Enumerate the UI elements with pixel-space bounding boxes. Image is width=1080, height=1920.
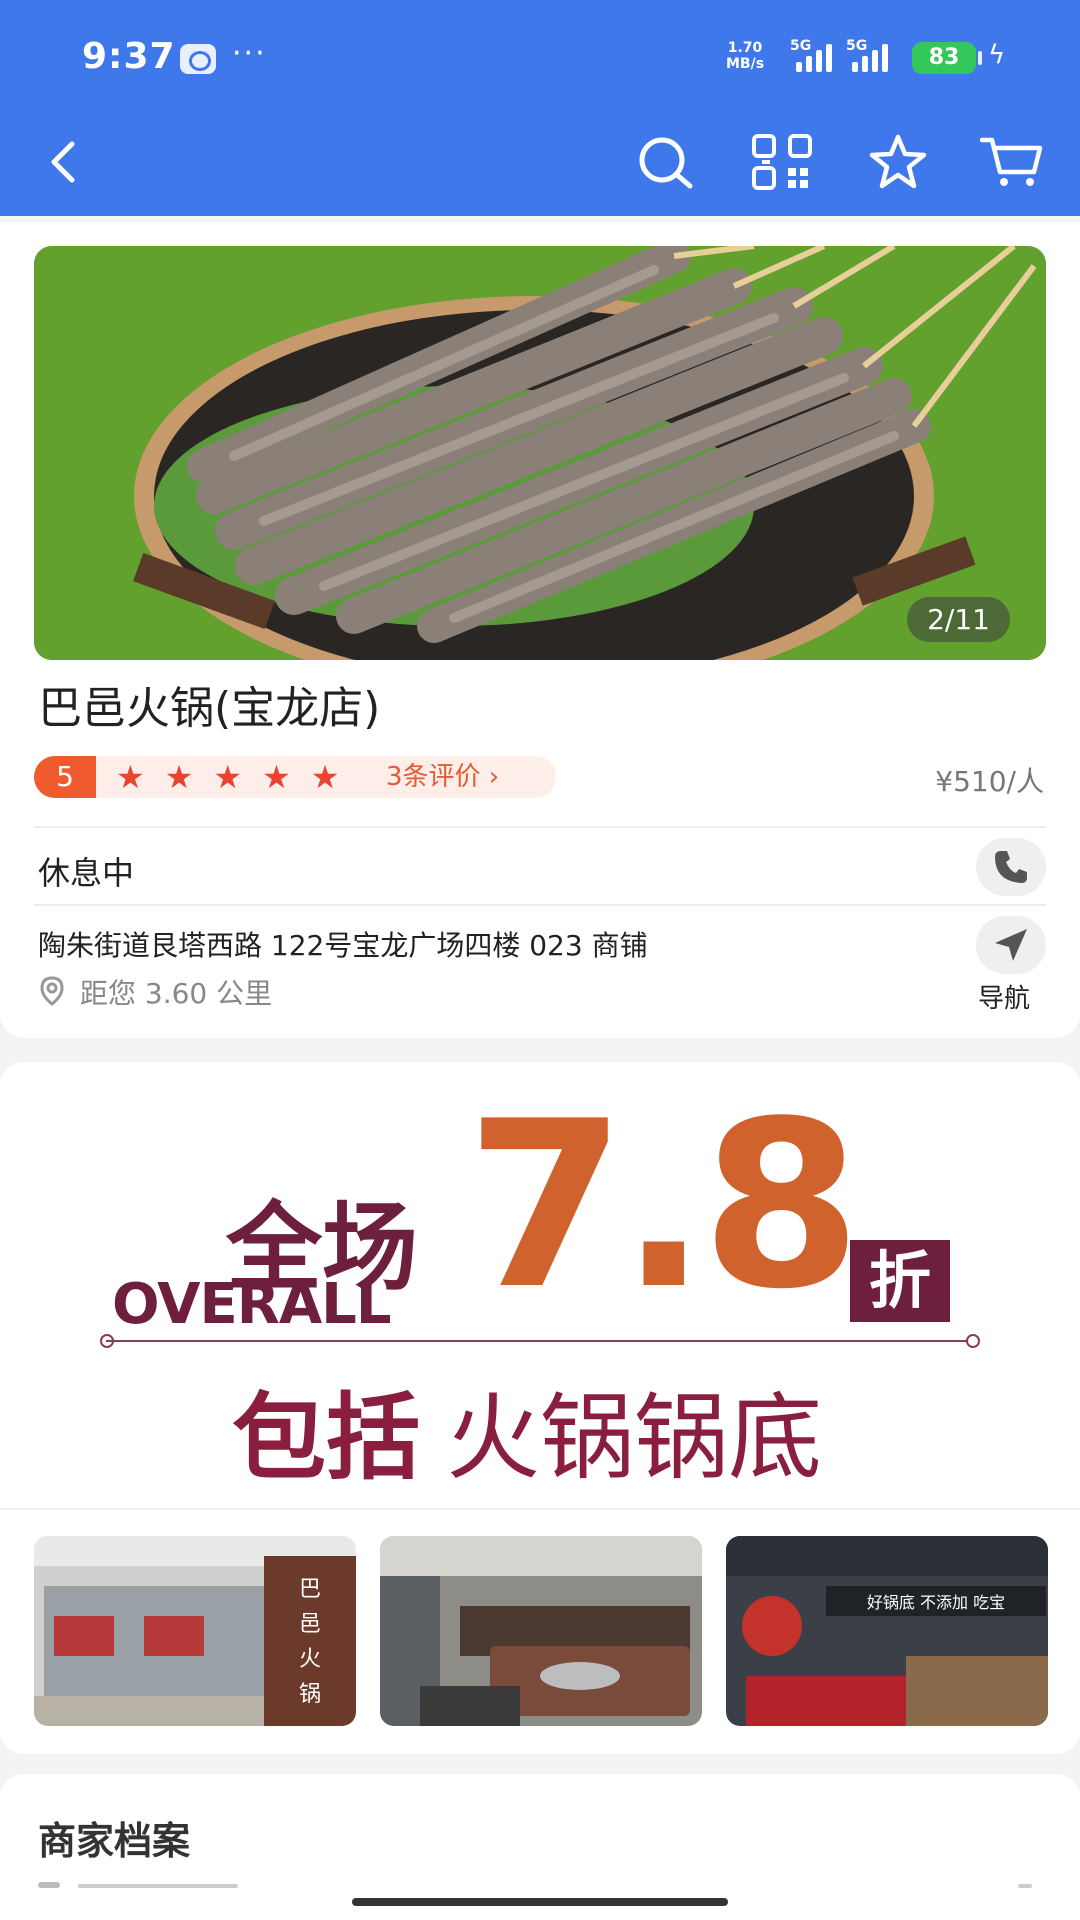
rating-summary[interactable]: 5 ★★★★★ 3条评价 › <box>34 756 556 798</box>
phone-call-button[interactable] <box>976 838 1046 896</box>
signal-1-icon: 5G <box>790 38 832 72</box>
svg-text:锅: 锅 <box>299 1682 321 1707</box>
status-bar: 9:37 ··· 1.70 MB/s 5G 5G 83 ϟ <box>0 0 1080 110</box>
promo-divider-line <box>106 1340 974 1342</box>
home-indicator[interactable] <box>352 1898 728 1906</box>
promo-discount: 7.8 <box>466 1073 861 1340</box>
entrance-photo[interactable]: 好锅底 不添加 吃宝 <box>726 1536 1048 1726</box>
notification-app-icon <box>180 44 216 74</box>
photo-gallery: 巴 邑 火 锅 好锅底 不添加 吃宝 <box>0 1510 1080 1754</box>
qr-code-icon[interactable] <box>750 134 814 190</box>
rating-score: 5 <box>34 756 96 798</box>
price-per-person: ¥510/人 <box>935 765 1044 798</box>
photo-counter: 2/11 <box>907 597 1010 642</box>
review-count-link[interactable]: 3条评价 › <box>386 760 499 794</box>
svg-text:邑: 邑 <box>299 1612 321 1637</box>
battery-tip <box>978 51 982 65</box>
promo-subtitle: 火锅锅底 <box>446 1384 823 1493</box>
network-speed-unit: MB/s <box>726 56 765 72</box>
svg-text:巴: 巴 <box>299 1577 321 1602</box>
navigation-arrow-icon <box>995 929 1027 961</box>
signal-1-label: 5G <box>790 38 812 54</box>
open-status: 休息中 <box>38 854 135 892</box>
shop-address: 陶朱街道艮塔西路 122号宝龙广场四楼 023 商铺 <box>38 929 648 962</box>
network-speed-value: 1.70 <box>727 40 763 56</box>
promo-banner[interactable]: 全场 OVERALL 7.8 折 包括 火锅锅底 <box>0 1062 1080 1508</box>
navigation-button[interactable] <box>976 916 1046 974</box>
cart-icon[interactable] <box>980 134 1044 190</box>
promo-subtitle-bold: 包括 <box>232 1384 421 1493</box>
merchant-profile-title: 商家档案 <box>38 1819 191 1863</box>
shop-photo-carousel[interactable]: 2/11 <box>34 246 1046 660</box>
skewered-shrimp-photo <box>34 246 1046 660</box>
navigation-label[interactable]: 导航 <box>978 978 1030 1015</box>
battery-level: 83 <box>912 42 976 74</box>
profile-row-peek <box>38 1882 1032 1888</box>
storefront-photo[interactable]: 巴 邑 火 锅 <box>34 1536 356 1726</box>
charging-icon: ϟ <box>988 40 1006 70</box>
back-icon[interactable] <box>42 134 86 190</box>
promo-discount-unit: 折 <box>850 1240 950 1322</box>
promo-line-dot <box>966 1334 980 1348</box>
promo-label-en: OVERALL <box>112 1272 392 1337</box>
shop-name: 巴邑火锅(宝龙店) <box>38 683 381 734</box>
divider <box>34 826 1046 828</box>
signal-2-icon: 5G <box>846 38 888 72</box>
distance-text: 距您 3.60 公里 <box>80 977 273 1010</box>
svg-text:好锅底 不添加 吃宝: 好锅底 不添加 吃宝 <box>867 1593 1005 1612</box>
phone-icon <box>995 851 1027 883</box>
star-icon[interactable] <box>866 134 930 190</box>
svg-text:火: 火 <box>299 1647 321 1672</box>
search-icon[interactable] <box>634 134 698 190</box>
rating-stars-icon: ★★★★★ <box>116 758 360 796</box>
app-header: 9:37 ··· 1.70 MB/s 5G 5G 83 ϟ <box>0 0 1080 216</box>
dining-area-photo[interactable] <box>380 1536 702 1726</box>
more-notifications: ··· <box>232 36 267 71</box>
status-time: 9:37 <box>82 36 176 77</box>
network-speed: 1.70 MB/s <box>726 40 764 72</box>
signal-2-label: 5G <box>846 38 868 54</box>
divider <box>34 904 1046 906</box>
location-pin-icon <box>40 976 64 1006</box>
